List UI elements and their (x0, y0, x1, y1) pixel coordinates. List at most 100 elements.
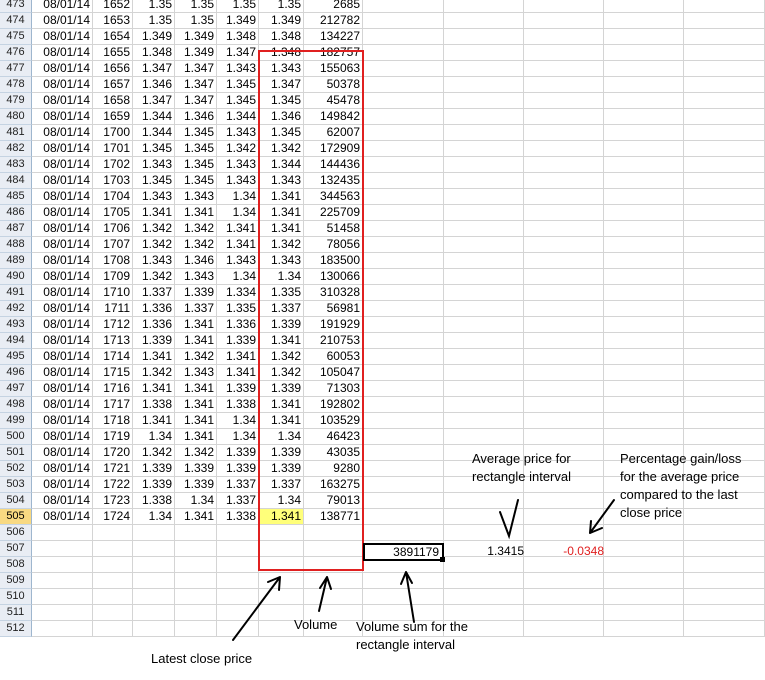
cell-date[interactable]: 08/01/14 (32, 477, 93, 493)
cell-close[interactable]: 1.348 (259, 45, 304, 61)
cell-time[interactable]: 1703 (93, 173, 133, 189)
cell-open[interactable]: 1.339 (133, 461, 175, 477)
empty-cell[interactable] (604, 381, 684, 397)
cell-close[interactable]: 1.341 (259, 509, 304, 525)
cell-date[interactable]: 08/01/14 (32, 317, 93, 333)
volume-sum-cell[interactable]: 3891179 (363, 543, 444, 561)
cell-volume[interactable]: 212782 (304, 13, 363, 29)
empty-cell[interactable] (363, 157, 444, 173)
empty-cell[interactable] (524, 429, 604, 445)
cell-low[interactable]: 1.338 (217, 397, 259, 413)
cell-high[interactable] (175, 573, 217, 589)
cell-close[interactable]: 1.341 (259, 221, 304, 237)
cell-high[interactable] (175, 541, 217, 557)
cell-date[interactable]: 08/01/14 (32, 109, 93, 125)
empty-cell[interactable] (524, 605, 604, 621)
row-header[interactable]: 506 (0, 525, 32, 541)
cell-close[interactable]: 1.348 (259, 29, 304, 45)
cell-volume[interactable]: 183500 (304, 253, 363, 269)
empty-cell[interactable] (444, 93, 524, 109)
cell-close[interactable]: 1.342 (259, 141, 304, 157)
cell-open[interactable]: 1.348 (133, 45, 175, 61)
cell-volume[interactable]: 138771 (304, 509, 363, 525)
cell-low[interactable]: 1.349 (217, 13, 259, 29)
cell-volume[interactable] (304, 573, 363, 589)
cell-open[interactable]: 1.337 (133, 285, 175, 301)
cell-low[interactable]: 1.344 (217, 109, 259, 125)
empty-cell[interactable] (444, 77, 524, 93)
cell-high[interactable]: 1.345 (175, 141, 217, 157)
cell-volume[interactable]: 9280 (304, 461, 363, 477)
empty-cell[interactable] (604, 45, 684, 61)
row-header[interactable]: 507 (0, 541, 32, 557)
row-header[interactable]: 493 (0, 317, 32, 333)
row-header[interactable]: 505 (0, 509, 32, 525)
empty-cell[interactable] (684, 333, 765, 349)
cell-open[interactable]: 1.341 (133, 381, 175, 397)
empty-cell[interactable] (684, 77, 765, 93)
empty-cell[interactable] (604, 589, 684, 605)
empty-cell[interactable] (684, 157, 765, 173)
row-header[interactable]: 475 (0, 29, 32, 45)
cell-date[interactable] (32, 541, 93, 557)
cell-date[interactable]: 08/01/14 (32, 125, 93, 141)
cell-date[interactable]: 08/01/14 (32, 349, 93, 365)
cell-close[interactable] (259, 541, 304, 557)
cell-low[interactable] (217, 573, 259, 589)
cell-low[interactable]: 1.348 (217, 29, 259, 45)
cell-time[interactable]: 1710 (93, 285, 133, 301)
row-header[interactable]: 474 (0, 13, 32, 29)
cell-date[interactable]: 08/01/14 (32, 413, 93, 429)
empty-cell[interactable] (684, 173, 765, 189)
cell-low[interactable]: 1.341 (217, 365, 259, 381)
empty-cell[interactable] (604, 157, 684, 173)
cell-high[interactable]: 1.349 (175, 45, 217, 61)
cell-low[interactable]: 1.337 (217, 493, 259, 509)
cell-volume[interactable]: 46423 (304, 429, 363, 445)
percentage-cell[interactable]: -0.0348 (540, 544, 604, 560)
empty-cell[interactable] (604, 525, 684, 541)
cell-open[interactable] (133, 605, 175, 621)
empty-cell[interactable] (524, 237, 604, 253)
empty-cell[interactable] (604, 349, 684, 365)
cell-low[interactable]: 1.341 (217, 221, 259, 237)
empty-cell[interactable] (604, 109, 684, 125)
cell-volume[interactable]: 144436 (304, 157, 363, 173)
row-header[interactable]: 486 (0, 205, 32, 221)
cell-time[interactable]: 1713 (93, 333, 133, 349)
cell-close[interactable] (259, 589, 304, 605)
empty-cell[interactable] (363, 221, 444, 237)
cell-time[interactable]: 1719 (93, 429, 133, 445)
cell-time[interactable]: 1706 (93, 221, 133, 237)
row-header[interactable]: 478 (0, 77, 32, 93)
cell-low[interactable] (217, 621, 259, 637)
empty-cell[interactable] (604, 173, 684, 189)
cell-volume[interactable]: 134227 (304, 29, 363, 45)
empty-cell[interactable] (684, 413, 765, 429)
empty-cell[interactable] (363, 141, 444, 157)
empty-cell[interactable] (524, 0, 604, 13)
empty-cell[interactable] (524, 285, 604, 301)
cell-close[interactable]: 1.341 (259, 333, 304, 349)
cell-time[interactable]: 1654 (93, 29, 133, 45)
cell-open[interactable]: 1.342 (133, 269, 175, 285)
empty-cell[interactable] (604, 397, 684, 413)
empty-cell[interactable] (524, 493, 604, 509)
cell-open[interactable]: 1.35 (133, 0, 175, 13)
cell-time[interactable]: 1702 (93, 157, 133, 173)
cell-close[interactable]: 1.34 (259, 269, 304, 285)
cell-low[interactable]: 1.341 (217, 237, 259, 253)
cell-volume[interactable]: 2685 (304, 0, 363, 13)
cell-open[interactable]: 1.342 (133, 237, 175, 253)
cell-time[interactable] (93, 525, 133, 541)
empty-cell[interactable] (604, 605, 684, 621)
empty-cell[interactable] (363, 461, 444, 477)
cell-close[interactable]: 1.339 (259, 381, 304, 397)
row-header[interactable]: 473 (0, 0, 32, 13)
empty-cell[interactable] (524, 77, 604, 93)
cell-high[interactable]: 1.342 (175, 237, 217, 253)
empty-cell[interactable] (524, 269, 604, 285)
empty-cell[interactable] (444, 237, 524, 253)
cell-high[interactable]: 1.341 (175, 205, 217, 221)
empty-cell[interactable] (363, 269, 444, 285)
